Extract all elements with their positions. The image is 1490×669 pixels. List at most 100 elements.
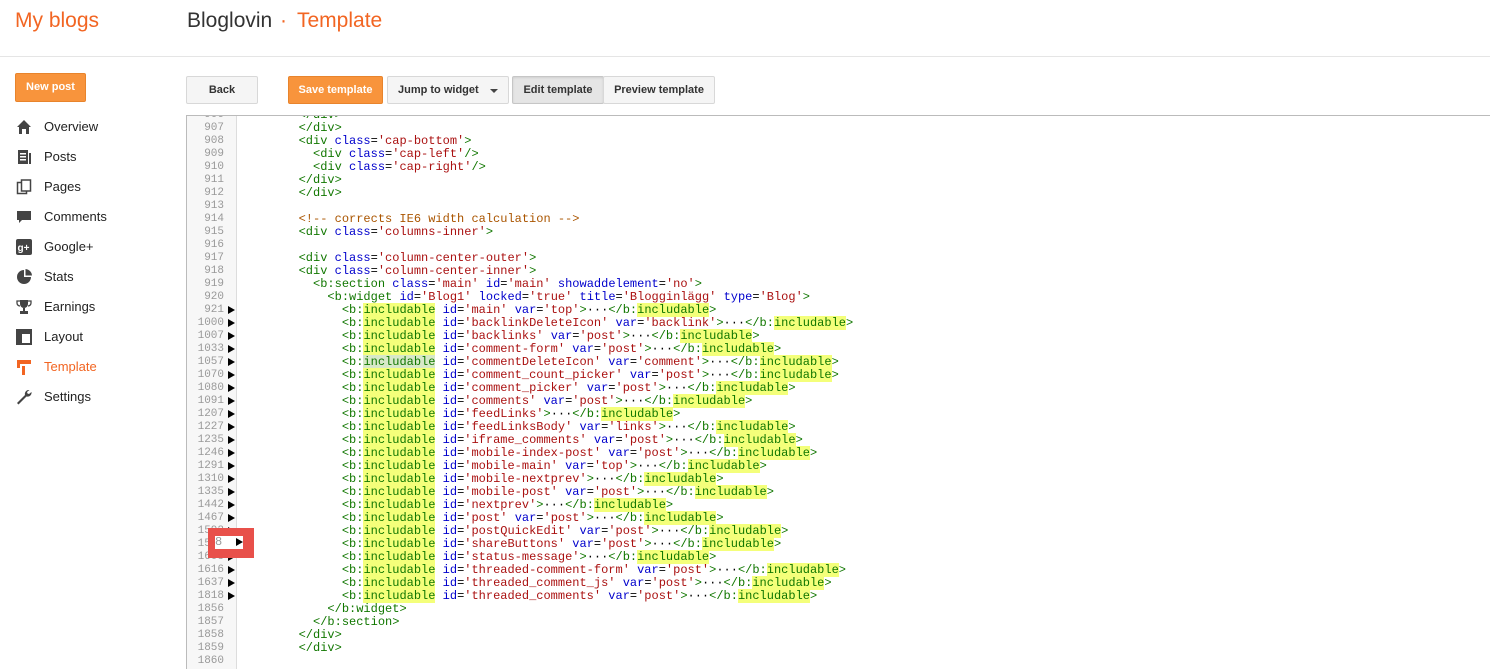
fold-arrow-icon	[236, 538, 243, 546]
line-number: 1291	[197, 460, 224, 472]
code-text: <div class='columns-inner'>	[298, 225, 494, 239]
back-button[interactable]: Back	[186, 76, 258, 104]
line-number: 909	[204, 148, 224, 160]
fold-arrow-icon[interactable]	[228, 592, 235, 600]
fold-arrow-icon[interactable]	[228, 319, 235, 327]
line-number: 1000	[197, 317, 224, 329]
fold-arrow-icon[interactable]	[228, 306, 235, 314]
line-number: 920	[204, 291, 224, 303]
sidebar-item-template[interactable]: Template	[14, 352, 174, 382]
line-number: 915	[204, 226, 224, 238]
line-number: 1637	[197, 577, 224, 589]
edit-template-button[interactable]: Edit template	[512, 76, 604, 104]
sidebar-item-label: Overview	[44, 119, 99, 134]
top-header: My blogs Bloglovin · Template	[0, 0, 1490, 57]
sidebar-item-stats[interactable]: Stats	[14, 262, 174, 292]
sidebar-item-label: Layout	[44, 329, 84, 344]
line-number: 917	[204, 252, 224, 264]
sidebar-item-label: Posts	[44, 149, 77, 164]
fold-arrow-icon[interactable]	[228, 371, 235, 379]
sidebar-item-label: Template	[44, 359, 97, 374]
code-line: 912 </div>	[187, 187, 1490, 200]
new-post-button[interactable]: New post	[15, 73, 86, 102]
line-number: 906	[204, 115, 224, 121]
line-number: 1310	[197, 473, 224, 485]
line-number: 1616	[197, 564, 224, 576]
sidebar-item-earnings[interactable]: Earnings	[14, 292, 174, 322]
line-number: 912	[204, 187, 224, 199]
fold-arrow-icon[interactable]	[228, 514, 235, 522]
fold-arrow-icon[interactable]	[228, 384, 235, 392]
layout-icon	[16, 329, 32, 345]
line-number: 1235	[197, 434, 224, 446]
fold-arrow-icon[interactable]	[228, 397, 235, 405]
sidebar-item-label: Google+	[44, 239, 94, 254]
line-number: 911	[204, 174, 224, 186]
fold-arrow-icon[interactable]	[228, 436, 235, 444]
line-number: 921	[204, 304, 224, 316]
fold-arrow-icon[interactable]	[228, 566, 235, 574]
save-template-button[interactable]: Save template	[288, 76, 383, 104]
template-icon	[17, 360, 31, 375]
sidebar-item-label: Pages	[44, 179, 81, 194]
line-number: 1858	[197, 629, 224, 641]
sidebar-item-label: Comments	[44, 209, 107, 224]
chevron-down-icon	[490, 89, 498, 93]
code-text: </div>	[298, 186, 342, 200]
line-number: 1227	[197, 421, 224, 433]
sidebar-item-overview[interactable]: Overview	[14, 112, 174, 142]
fold-arrow-icon[interactable]	[228, 462, 235, 470]
line-number: 1207	[197, 408, 224, 420]
fold-arrow-icon[interactable]	[228, 579, 235, 587]
fold-arrow-icon[interactable]	[228, 358, 235, 366]
line-number: 1080	[197, 382, 224, 394]
preview-template-button[interactable]: Preview template	[603, 76, 715, 104]
line-number: 916	[204, 239, 224, 251]
line-number: 1335	[197, 486, 224, 498]
fold-arrow-icon[interactable]	[228, 501, 235, 509]
sidebar-item-label: Settings	[44, 389, 91, 404]
sidebar-item-posts[interactable]: Posts	[14, 142, 174, 172]
marker-text: 8	[215, 535, 223, 549]
line-number: 1057	[197, 356, 224, 368]
line-number: 1856	[197, 603, 224, 615]
jump-to-widget-label: Jump to widget	[398, 84, 479, 96]
svg-text:g+: g+	[18, 243, 30, 254]
fold-arrow-icon[interactable]	[228, 488, 235, 496]
code-line: 1859 </div>	[187, 642, 1490, 655]
line-number: 1033	[197, 343, 224, 355]
line-number: 1070	[197, 369, 224, 381]
fold-arrow-icon[interactable]	[228, 345, 235, 353]
line-number: 1857	[197, 616, 224, 628]
line-number: 1859	[197, 642, 224, 654]
sidebar-item-google-plus[interactable]: g+ Google+	[14, 232, 174, 262]
trophy-icon	[16, 300, 32, 314]
my-blogs-link[interactable]: My blogs	[15, 9, 99, 33]
line-number: 910	[204, 161, 224, 173]
sidebar-item-pages[interactable]: Pages	[14, 172, 174, 202]
sidebar-item-layout[interactable]: Layout	[14, 322, 174, 352]
template-code-editor[interactable]: 906 </div> 907 </div> 908 <div class='cap-…	[186, 115, 1490, 669]
line-number: 913	[204, 200, 224, 212]
code-line: 910 <div class='cap-right'/>	[187, 161, 1490, 174]
posts-icon	[18, 150, 31, 164]
annotation-marker: 8	[208, 528, 254, 558]
jump-to-widget-dropdown[interactable]: Jump to widget	[387, 76, 509, 104]
sidebar-item-settings[interactable]: Settings	[14, 382, 174, 412]
fold-arrow-icon[interactable]	[228, 332, 235, 340]
line-number: 1007	[197, 330, 224, 342]
sidebar-item-label: Stats	[44, 269, 74, 284]
code-line: 1858 </div>	[187, 629, 1490, 642]
line-number: 1467	[197, 512, 224, 524]
google-plus-icon: g+	[16, 239, 32, 255]
fold-arrow-icon[interactable]	[228, 423, 235, 431]
code-line: 1857 </b:section>	[187, 616, 1490, 629]
line-number: 919	[204, 278, 224, 290]
fold-arrow-icon[interactable]	[228, 449, 235, 457]
sidebar-item-comments[interactable]: Comments	[14, 202, 174, 232]
fold-arrow-icon[interactable]	[228, 410, 235, 418]
sidebar-nav: Overview Posts Pages Comments g+ Google+…	[14, 112, 174, 412]
pages-icon	[16, 179, 32, 195]
fold-arrow-icon[interactable]	[228, 475, 235, 483]
blog-name[interactable]: Bloglovin	[187, 9, 272, 33]
